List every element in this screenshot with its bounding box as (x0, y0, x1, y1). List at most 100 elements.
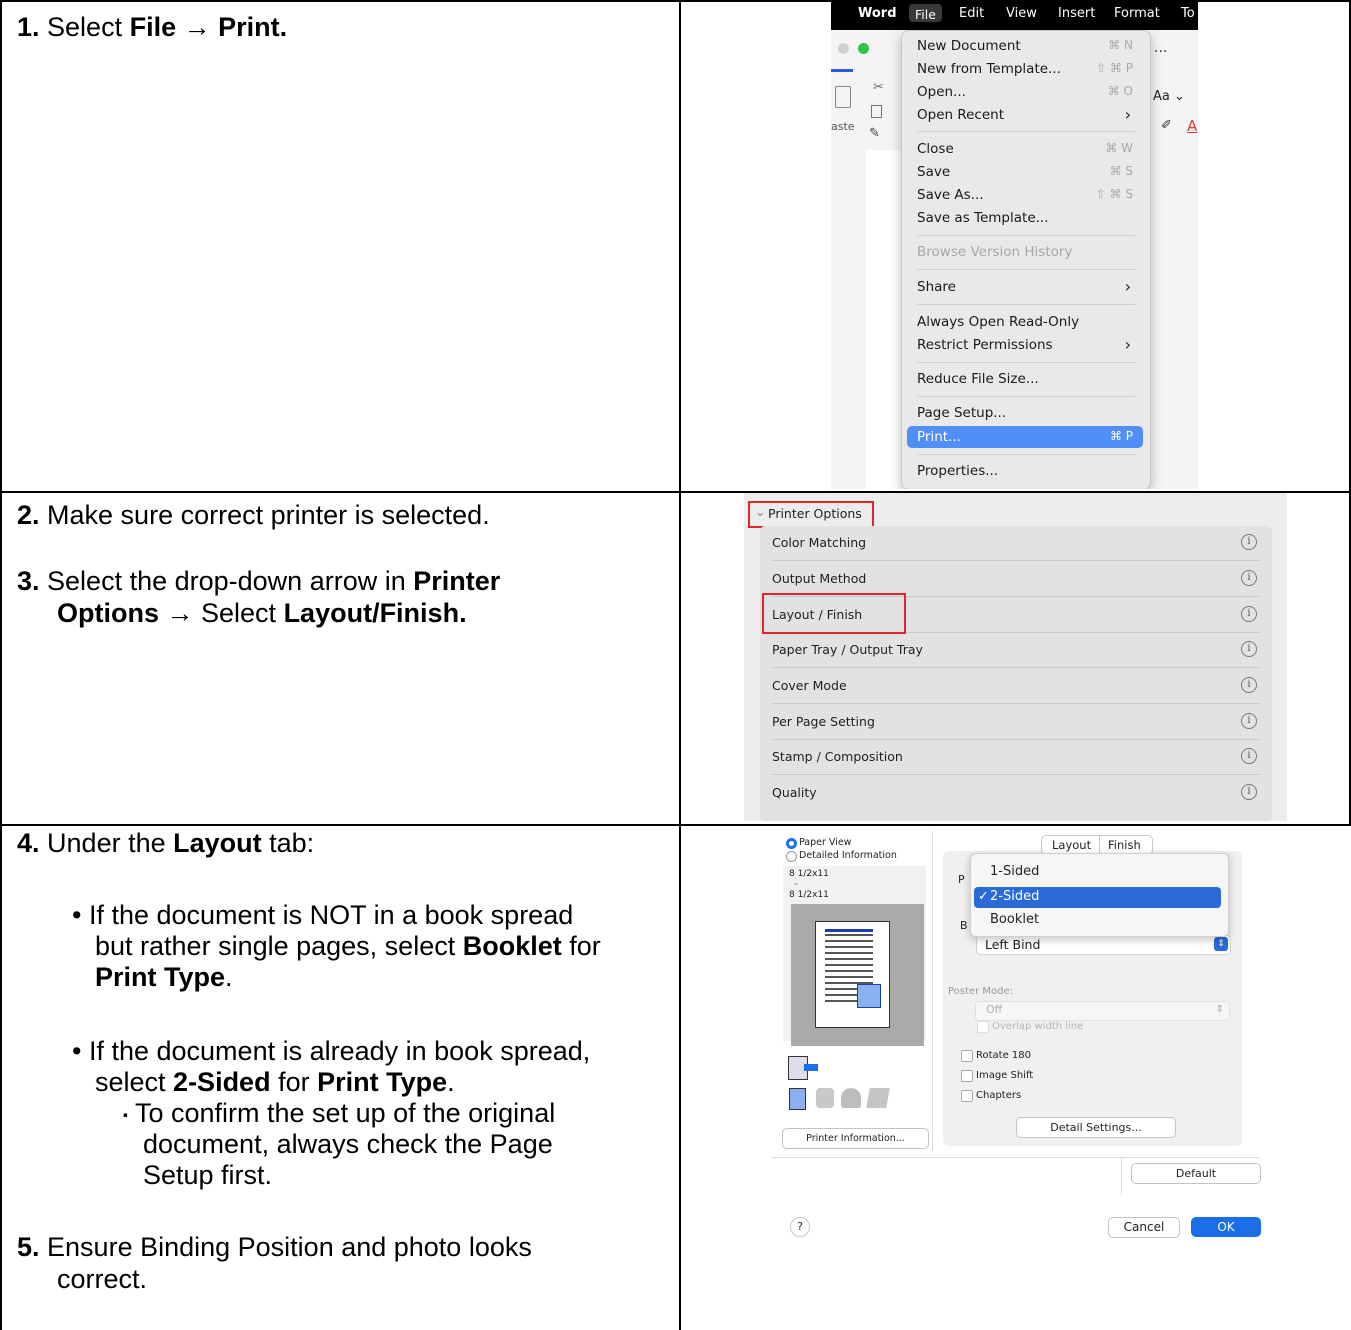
window-zoom-dot[interactable] (858, 43, 869, 54)
stepper-icon: ⇕ (1215, 1004, 1224, 1015)
tab-bar: Layout Finish (1041, 835, 1153, 855)
change-case-button[interactable]: Aa ⌄ (1153, 89, 1185, 104)
menu-item-save-as-template[interactable]: Save as Template... (907, 207, 1143, 229)
poster-mode-value: Off (986, 1003, 1003, 1016)
chevron-right-icon: › (1124, 335, 1131, 354)
image-shift-label[interactable]: Image Shift (976, 1070, 1033, 1081)
user-icon[interactable] (816, 1088, 834, 1108)
info-icon[interactable]: i (1241, 534, 1257, 550)
menu-item-properties[interactable]: Properties... (907, 460, 1143, 482)
option-row[interactable]: Cover Mode i (772, 669, 1260, 704)
info-icon[interactable]: i (1241, 748, 1257, 764)
info-icon[interactable]: i (1241, 606, 1257, 622)
menu-file[interactable]: File (909, 4, 942, 22)
info-icon[interactable]: i (1241, 641, 1257, 657)
option-1-sided[interactable]: 1-Sided (990, 864, 1039, 879)
menu-item-new-document[interactable]: New Document ⌘ N (907, 35, 1143, 57)
menu-item-restrict-permissions[interactable]: Restrict Permissions › (907, 334, 1143, 356)
chevron-right-icon: › (1124, 277, 1131, 296)
paste-label[interactable]: aste (831, 120, 855, 133)
paper-view-radio[interactable] (786, 838, 797, 849)
print-type-dropdown[interactable]: 1-Sided ✓ 2-Sided Booklet (970, 853, 1229, 937)
default-button[interactable]: Default (1131, 1163, 1261, 1184)
paper-view-label[interactable]: Paper View (799, 837, 851, 848)
image-shift-checkbox[interactable] (961, 1070, 973, 1082)
ribbon-tab-indicator (831, 69, 853, 72)
detail-settings-button[interactable]: Detail Settings... (1016, 1117, 1176, 1138)
document-icon[interactable] (789, 1088, 806, 1110)
ok-button[interactable]: OK (1191, 1217, 1261, 1237)
menu-item-reduce-file-size[interactable]: Reduce File Size... (907, 368, 1143, 390)
menu-bar: Word File Edit View Insert Format To (831, 0, 1198, 30)
ribbon-ellipsis[interactable]: ... (1154, 40, 1167, 56)
option-row[interactable]: Quality i (772, 776, 1260, 811)
font-color-icon[interactable]: A (1187, 117, 1197, 135)
menu-view[interactable]: View (1006, 6, 1037, 21)
tab-layout[interactable]: Layout (1052, 838, 1091, 852)
cancel-button[interactable]: Cancel (1108, 1217, 1180, 1238)
option-row[interactable]: Color Matching i (772, 526, 1260, 561)
info-icon[interactable]: i (1241, 713, 1257, 729)
step-3-line-2: Options → Select Layout/Finish. (57, 598, 467, 628)
file-menu-screenshot: aste ✂ ✎ ... Aa ⌄ ✐ A Word File Edit Vie… (831, 0, 1198, 489)
info-icon[interactable]: i (1241, 570, 1257, 586)
chapters-checkbox[interactable] (961, 1090, 973, 1102)
chapters-label[interactable]: Chapters (976, 1090, 1021, 1101)
sub-bullet-line-2: document, always check the Page (143, 1129, 553, 1159)
menu-item-open[interactable]: Open... ⌘ O (907, 81, 1143, 103)
arrow-icon (804, 1064, 818, 1071)
menu-item-page-setup[interactable]: Page Setup... (907, 402, 1143, 424)
menu-item-close[interactable]: Close ⌘ W (907, 138, 1143, 160)
option-2-sided[interactable]: 2-Sided (990, 889, 1039, 904)
group-icon[interactable] (841, 1088, 861, 1108)
menu-item-save-as[interactable]: Save As... ⇧ ⌘ S (907, 184, 1143, 206)
tab-finish[interactable]: Finish (1108, 838, 1141, 852)
format-painter-icon[interactable]: ✎ (869, 126, 880, 141)
cut-icon[interactable]: ✂ (873, 80, 884, 95)
bullet-1: • If the document is NOT in a book sprea… (72, 900, 574, 930)
paste-icon[interactable] (835, 86, 851, 108)
menu-separator (917, 304, 1135, 305)
help-button[interactable]: ? (790, 1217, 810, 1237)
option-row[interactable]: Per Page Setting i (772, 705, 1260, 740)
menu-item-always-open-read-only[interactable]: Always Open Read-Only (907, 311, 1143, 333)
menu-insert[interactable]: Insert (1058, 6, 1095, 21)
sub-bullet: ▪ To confirm the set up of the original (123, 1098, 556, 1128)
rotate-180-label[interactable]: Rotate 180 (976, 1050, 1031, 1061)
option-row[interactable]: Paper Tray / Output Tray i (772, 633, 1260, 668)
bullet-1-line-3: Print Type. (95, 962, 233, 992)
option-row[interactable]: Output Method i (772, 562, 1260, 597)
menu-format[interactable]: Format (1114, 6, 1160, 21)
menu-edit[interactable]: Edit (959, 6, 984, 21)
step-4: 4. Under the Layout tab: (17, 828, 315, 858)
printer-options-list: Color Matching i Output Method i Layout / … (760, 526, 1272, 821)
menu-tools[interactable]: To (1181, 6, 1195, 21)
menu-item-share[interactable]: Share › (907, 276, 1143, 298)
bullet-2-line-2: select 2-Sided for Print Type. (95, 1067, 455, 1097)
detailed-information-radio[interactable] (786, 851, 797, 862)
printer-information-button[interactable]: Printer Information... (782, 1128, 929, 1149)
option-booklet[interactable]: Booklet (990, 912, 1039, 927)
info-icon[interactable]: i (1241, 784, 1257, 800)
info-icon[interactable]: i (1241, 677, 1257, 693)
overlap-checkbox (977, 1021, 989, 1033)
printer-options-toggle[interactable]: ⌄ Printer Options (748, 501, 874, 528)
option-row[interactable]: Stamp / Composition i (772, 740, 1260, 775)
highlight-icon[interactable]: ✐ (1161, 118, 1172, 133)
binding-position-select[interactable]: Left Bind ⇕ (976, 935, 1231, 955)
copy-icon[interactable] (871, 105, 882, 118)
page-preview-image (857, 984, 881, 1008)
poster-mode-label: Poster Mode: (948, 986, 1013, 997)
menu-item-print[interactable]: Print... ⌘ P (907, 426, 1143, 448)
box-icon[interactable] (866, 1088, 890, 1108)
dialog-divider (932, 831, 933, 1151)
bullet-dot: • (72, 1036, 82, 1066)
menu-item-new-from-template[interactable]: New from Template... ⇧ ⌘ P (907, 58, 1143, 80)
menu-word[interactable]: Word (858, 6, 897, 21)
menu-item-open-recent[interactable]: Open Recent › (907, 104, 1143, 126)
rotate-180-checkbox[interactable] (961, 1050, 973, 1062)
highlight-box-layout-finish (762, 593, 906, 634)
detailed-information-label[interactable]: Detailed Information (799, 850, 897, 861)
window-close-dot[interactable] (838, 43, 849, 54)
menu-item-save[interactable]: Save ⌘ S (907, 161, 1143, 183)
